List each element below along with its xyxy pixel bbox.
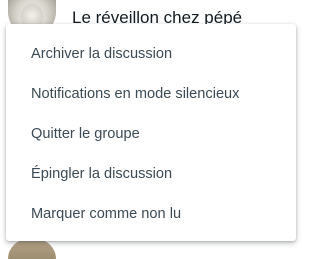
menu-item-pin-chat[interactable]: Épingler la discussion [6,154,296,194]
menu-item-mark-unread[interactable]: Marquer comme non lu [6,194,296,234]
chat-context-menu: Archiver la discussion Notifications en … [6,24,296,241]
menu-item-exit-group[interactable]: Quitter le groupe [6,114,296,154]
menu-item-archive-chat[interactable]: Archiver la discussion [6,34,296,74]
chat-avatar [8,239,56,259]
menu-item-mute-notifications[interactable]: Notifications en mode silencieux [6,74,296,114]
